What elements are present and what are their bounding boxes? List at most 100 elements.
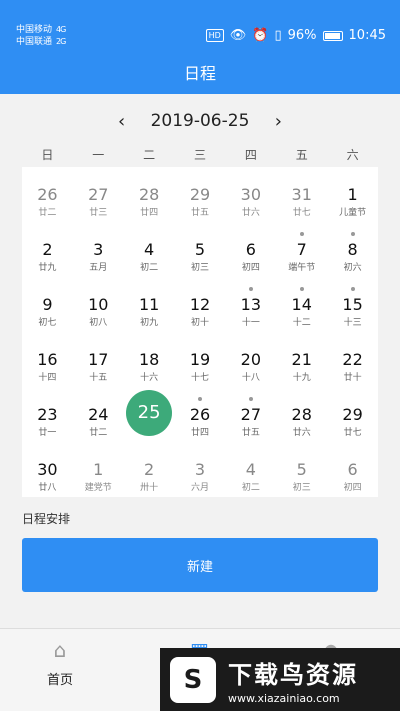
calendar-day[interactable]: 29 廿七 [327,387,378,442]
lunar-date: 初二 [140,263,159,273]
day-number: 22 [342,350,363,369]
calendar-day[interactable]: 7 端午节 [276,222,327,277]
lunar-date: 十三 [343,318,362,328]
calendar-day[interactable]: 21 十九 [276,332,327,387]
calendar-day[interactable]: 22 廿十 [327,332,378,387]
calendar-day[interactable]: 5 初三 [276,442,327,497]
calendar-day[interactable]: 29 廿五 [175,167,226,222]
calendar-day[interactable]: 30 廿六 [225,167,276,222]
calendar-day[interactable]: 28 廿四 [124,167,175,222]
calendar-day-selected[interactable]: 25 [124,387,175,442]
hd-icon: HD [205,29,224,42]
calendar-day[interactable]: 26 廿四 [175,387,226,442]
calendar-day[interactable]: 4 初二 [225,442,276,497]
day-number: 30 [37,460,58,479]
calendar-day[interactable]: 14 十二 [276,277,327,332]
calendar-day[interactable]: 10 初八 [73,277,124,332]
lunar-date: 初十 [190,318,209,328]
calendar-day[interactable]: 4 初二 [124,222,175,277]
day-number: 30 [240,185,262,204]
calendar-day[interactable]: 19 十七 [175,332,226,387]
calendar-day[interactable]: 11 初九 [124,277,175,332]
calendar-day[interactable]: 17 十五 [73,332,124,387]
lunar-date: 十八 [241,373,260,383]
lunar-date: 廿十 [343,373,362,383]
calendar-day[interactable]: 2 廿九 [22,222,73,277]
day-number: 15 [342,295,363,314]
calendar-day[interactable]: 9 初七 [22,277,73,332]
watermark-logo: S [170,656,216,703]
lunar-date: 廿四 [140,208,159,218]
day-number: 5 [296,460,307,479]
prev-month-button[interactable]: ‹ [107,111,137,132]
day-number: 3 [194,460,206,479]
day-number: 21 [291,350,312,369]
calendar-day[interactable]: 12 初十 [175,277,226,332]
day-number: 17 [88,350,109,369]
day-number: 27 [240,405,262,424]
calendar-day[interactable]: 6 初四 [225,222,276,277]
calendar-day[interactable]: 31 廿七 [276,167,327,222]
net-type-1: 4G [56,25,66,34]
vibrate-icon: ▯ [274,28,282,43]
lunar-date: 卅十 [140,483,159,493]
lunar-date: 廿九 [38,263,57,273]
day-number: 25 [126,390,173,436]
month-navigator: ‹ 2019-06-25 › [0,106,400,136]
lunar-date: 初四 [343,483,362,493]
day-number: 27 [88,185,109,204]
calendar-day[interactable]: 26 廿二 [22,167,73,222]
lunar-date: 廿二 [89,428,108,438]
calendar-day[interactable]: 27 廿三 [73,167,124,222]
day-number: 28 [138,185,160,204]
calendar-day[interactable]: 20 十八 [225,332,276,387]
lunar-date: 廿二 [38,208,57,218]
event-dot-icon [299,232,304,236]
lunar-date: 儿童节 [339,208,367,218]
calendar-day[interactable]: 30 廿八 [22,442,73,497]
day-number: 6 [347,460,358,479]
schedule-section-label: 日程安排 [22,512,71,526]
calendar-day[interactable]: 13 十一 [225,277,276,332]
lunar-date: 十五 [89,373,108,383]
calendar-day[interactable]: 24 廿二 [73,387,124,442]
calendar-day[interactable]: 1 建党节 [73,442,124,497]
calendar-day[interactable]: 8 初六 [327,222,378,277]
weekday-label: 三 [193,148,206,162]
eye-icon: 👁 [229,28,247,43]
page-title: 日程 [183,64,216,83]
event-dot-icon [197,397,202,401]
day-number: 18 [138,350,160,369]
tab-home[interactable]: ⌂ 首页 [47,639,73,688]
calendar-grid: 26 廿二 27 廿三 28 廿四 29 廿五 30 廿六 31 廿七 1 儿童节 2 廿九 3 五月 4 初二 5 初三… [22,167,378,497]
calendar-day[interactable]: 27 廿五 [225,387,276,442]
calendar-day[interactable]: 28 廿六 [276,387,327,442]
calendar-day[interactable]: 3 五月 [73,222,124,277]
net-type-2: 2G [56,37,66,46]
calendar-day[interactable]: 15 十三 [327,277,378,332]
lunar-date: 廿七 [343,428,362,438]
day-number: 1 [347,185,358,204]
calendar-day[interactable]: 16 十四 [22,332,73,387]
lunar-date: 初九 [140,318,159,328]
page-title-bar: 日程 [0,50,400,94]
weekday-label: 五 [295,148,308,162]
calendar-day[interactable]: 6 初四 [327,442,378,497]
battery-percent: 96% [287,28,317,43]
calendar-day[interactable]: 2 卅十 [124,442,175,497]
calendar-day[interactable]: 18 十六 [124,332,175,387]
next-month-button[interactable]: › [263,111,293,132]
day-number: 5 [194,240,206,259]
calendar-day[interactable]: 1 儿童节 [327,167,378,222]
event-dot-icon [299,287,304,291]
new-schedule-button[interactable]: 新建 [22,538,378,592]
weekday-header: 日一二三四五六 [22,146,378,166]
lunar-date: 廿五 [190,208,209,218]
day-number: 26 [37,185,58,204]
day-number: 26 [189,405,211,424]
clock: 10:45 [348,28,386,43]
day-number: 8 [347,240,358,259]
calendar-day[interactable]: 5 初三 [175,222,226,277]
calendar-day[interactable]: 23 廿一 [22,387,73,442]
calendar-day[interactable]: 3 六月 [175,442,226,497]
